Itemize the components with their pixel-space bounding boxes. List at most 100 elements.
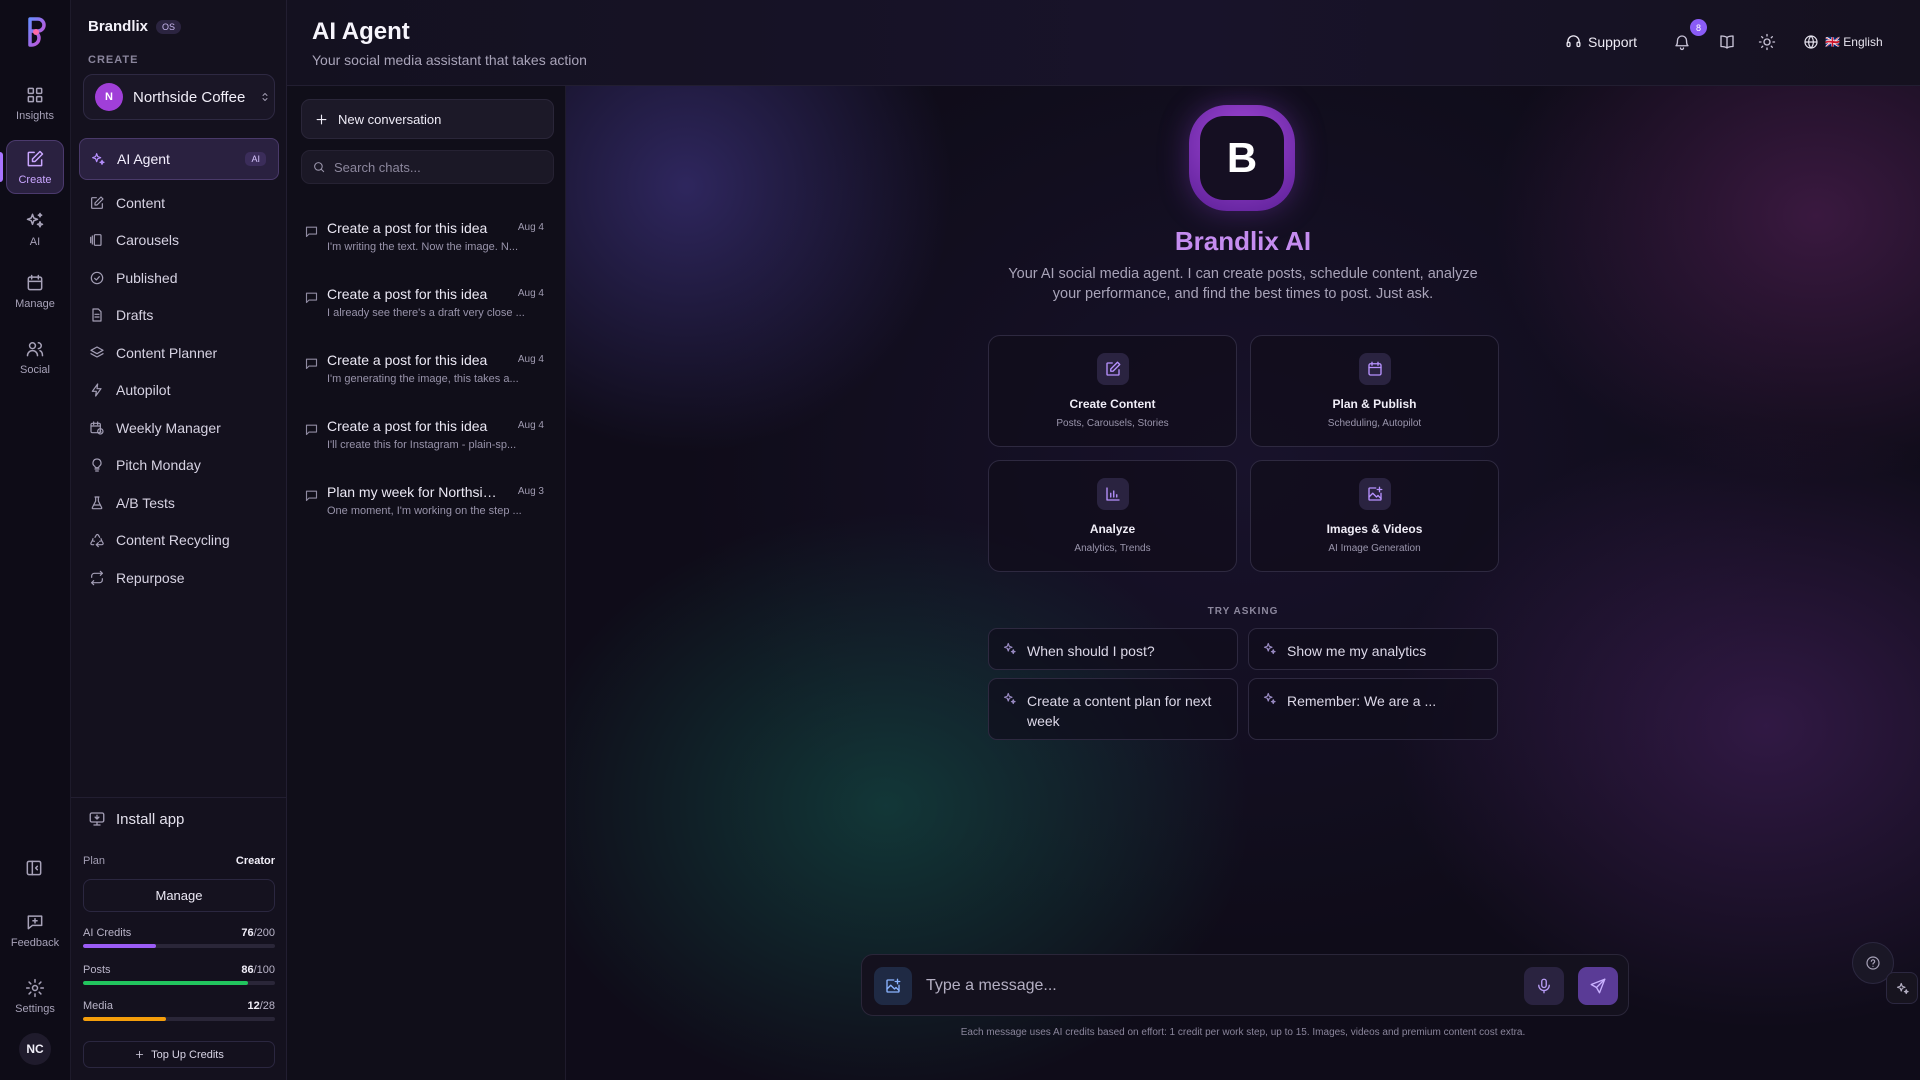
- book-open-icon[interactable]: [1718, 33, 1736, 51]
- meter-total: /100: [253, 964, 275, 976]
- calendar-icon: [25, 273, 45, 293]
- page-header: AI Agent Your social media assistant tha…: [287, 0, 1920, 86]
- suggestion-chip[interactable]: When should I post?: [988, 628, 1238, 670]
- sidebar-item-drafts[interactable]: Drafts: [79, 297, 279, 335]
- conversation-list: New conversation Create a post for this …: [287, 86, 566, 1080]
- sidebar-item-repurpose[interactable]: Repurpose: [79, 559, 279, 597]
- meter-used: 86: [241, 964, 254, 976]
- workspace-switcher[interactable]: N Northside Coffee: [83, 74, 275, 120]
- message-input[interactable]: [926, 973, 1486, 999]
- edit-icon: [89, 195, 105, 211]
- suggestion-chip[interactable]: Remember: We are a ...: [1248, 678, 1498, 740]
- rail-item-label: Social: [20, 363, 50, 376]
- suggestion-text: When should I post?: [1027, 643, 1155, 659]
- plan-label: Plan: [83, 855, 106, 867]
- top-up-label: Top Up Credits: [151, 1048, 224, 1061]
- suggestion-text: Create a content plan for next week: [1027, 693, 1212, 729]
- conversation-date: Aug 3: [517, 486, 544, 497]
- suggestion-chip[interactable]: Show me my analytics: [1248, 628, 1498, 670]
- meter-label: Media: [83, 1000, 113, 1012]
- brandlix-logo-icon[interactable]: [20, 16, 51, 48]
- search-chats-input[interactable]: [334, 159, 534, 175]
- card-title: Plan & Publish: [1332, 397, 1417, 411]
- support-button[interactable]: Support: [1565, 33, 1637, 50]
- card-create-content[interactable]: Create Content Posts, Carousels, Stories: [988, 335, 1237, 447]
- message-plus-icon: [25, 912, 45, 932]
- sidebar-item-label: Drafts: [116, 307, 154, 324]
- image-plus-icon: [884, 977, 902, 995]
- meter-media: Media 12/28: [83, 1000, 275, 1021]
- bulb-icon: [89, 457, 105, 473]
- image-plus-icon: [1359, 478, 1391, 510]
- gear-icon: [25, 978, 45, 998]
- send-button[interactable]: [1578, 967, 1618, 1005]
- rail-item-insights[interactable]: Insights: [6, 76, 64, 130]
- sidebar-item-weekly-manager[interactable]: Weekly Manager: [79, 409, 279, 447]
- check-circle-icon: [89, 270, 105, 286]
- rail-item-ai[interactable]: AI: [6, 202, 64, 256]
- suggestion-chip[interactable]: Create a content plan for next week: [988, 678, 1238, 740]
- new-conversation-label: New conversation: [338, 111, 442, 127]
- logo-letter: B: [1200, 116, 1284, 200]
- language-selector[interactable]: 🇬🇧 English: [1803, 34, 1883, 50]
- settings-button[interactable]: Settings: [6, 966, 64, 1026]
- install-app-button[interactable]: Install app: [88, 810, 184, 828]
- attach-image-button[interactable]: [874, 967, 912, 1005]
- manage-plan-button[interactable]: Manage: [83, 879, 275, 912]
- sidebar-item-ai-agent[interactable]: AI Agent AI: [79, 138, 279, 180]
- card-plan-publish[interactable]: Plan & Publish Scheduling, Autopilot: [1250, 335, 1499, 447]
- sidebar-item-autopilot[interactable]: Autopilot: [79, 372, 279, 410]
- layers-icon: [89, 232, 105, 248]
- sidebar-item-ab-tests[interactable]: A/B Tests: [79, 484, 279, 522]
- meter-fill: [83, 981, 249, 985]
- rail-item-manage[interactable]: Manage: [6, 264, 64, 318]
- new-conversation-button[interactable]: New conversation: [301, 99, 554, 139]
- support-label: Support: [1588, 33, 1638, 50]
- install-app-label: Install app: [116, 810, 185, 828]
- card-subtitle: Scheduling, Autopilot: [1327, 418, 1422, 429]
- feedback-button[interactable]: Feedback: [6, 900, 64, 960]
- sparkles-icon: [1895, 981, 1910, 996]
- microphone-button[interactable]: [1524, 967, 1564, 1005]
- chat-bubble-icon: [304, 224, 319, 239]
- sidebar: Brandlix OS CREATE N Northside Coffee AI…: [71, 0, 287, 1080]
- user-avatar[interactable]: NC: [19, 1033, 51, 1065]
- rail-item-create[interactable]: Create: [6, 140, 64, 194]
- top-up-credits-button[interactable]: Top Up Credits: [83, 1041, 275, 1068]
- card-analyze[interactable]: Analyze Analytics, Trends: [988, 460, 1237, 572]
- rail-item-label: Manage: [15, 297, 55, 310]
- meter-label: Posts: [83, 964, 111, 976]
- collapse-sidebar-icon[interactable]: [24, 858, 44, 878]
- sidebar-item-pitch-monday[interactable]: Pitch Monday: [79, 447, 279, 485]
- page-title: AI Agent: [312, 18, 410, 45]
- card-images-videos[interactable]: Images & Videos AI Image Generation: [1250, 460, 1499, 572]
- conversation-snippet: I'll create this for Instagram - plain-s…: [327, 439, 517, 451]
- search-icon: [312, 160, 326, 174]
- globe-icon: [1803, 34, 1819, 50]
- chat-bubble-icon: [304, 488, 319, 503]
- sidebar-item-carousels[interactable]: Carousels: [79, 222, 279, 260]
- sidebar-item-content[interactable]: Content: [79, 184, 279, 222]
- brand-row: Brandlix OS: [88, 18, 182, 35]
- sparkles-icon: [25, 211, 45, 231]
- plus-icon: [134, 1049, 145, 1060]
- assistant-description: Your AI social media agent. I can create…: [1008, 266, 1478, 302]
- headset-icon: [1565, 33, 1582, 50]
- sidebar-item-content-planner[interactable]: Content Planner: [79, 334, 279, 372]
- conversation-title: Create a post for this idea: [327, 418, 488, 434]
- meter-track: [83, 981, 275, 985]
- sidebar-item-label: Content: [116, 194, 166, 211]
- ai-assist-button[interactable]: [1886, 972, 1918, 1004]
- bell-icon[interactable]: [1673, 33, 1691, 51]
- sidebar-item-label: Repurpose: [116, 569, 185, 586]
- icon-rail: Insights Create AI Manage Social Feedbac…: [0, 0, 71, 1080]
- sun-icon[interactable]: [1758, 33, 1776, 51]
- rail-item-social[interactable]: Social: [6, 330, 64, 384]
- send-icon: [1589, 977, 1607, 995]
- sidebar-item-published[interactable]: Published: [79, 259, 279, 297]
- sidebar-item-content-recycling[interactable]: Content Recycling: [79, 522, 279, 560]
- chat-bubble-icon: [304, 356, 319, 371]
- sidebar-divider: [71, 797, 287, 798]
- meter-track: [83, 1017, 275, 1021]
- ai-badge: AI: [245, 152, 266, 166]
